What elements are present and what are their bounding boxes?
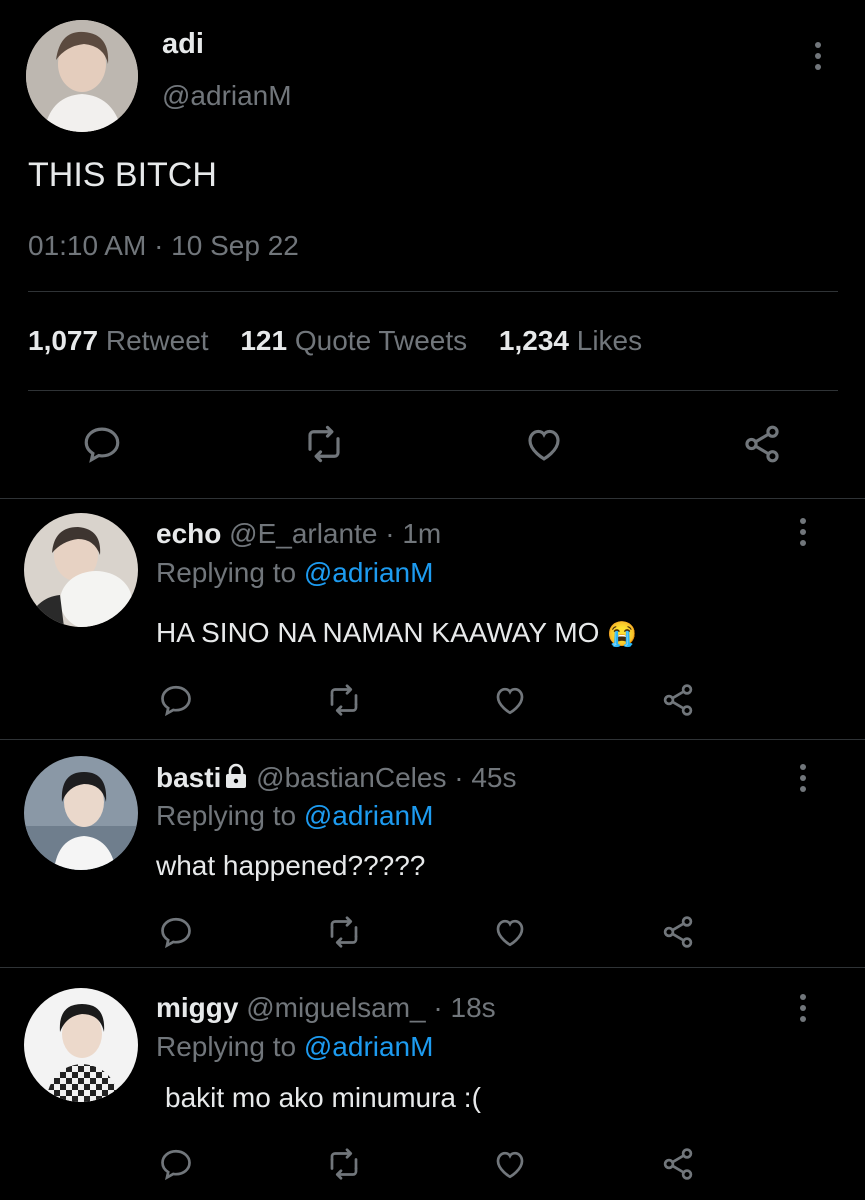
main-tweet-avatar[interactable]: [26, 20, 138, 132]
reply-header: echo @E_arlante · 1m: [156, 518, 441, 550]
replying-to: Replying to @adrianM: [156, 557, 433, 589]
reply-text: HA SINO NA NAMAN KAAWAY MO 😭: [156, 617, 637, 649]
replying-to-handle[interactable]: @adrianM: [304, 1031, 434, 1062]
replying-to: Replying to @adrianM: [156, 1031, 433, 1063]
divider: [0, 967, 865, 968]
main-tweet-display-name[interactable]: adi: [162, 28, 204, 61]
divider: [28, 291, 838, 292]
more-vertical-icon[interactable]: [813, 42, 823, 70]
heart-icon[interactable]: [522, 422, 566, 466]
lock-icon: [224, 763, 248, 796]
more-vertical-icon[interactable]: [798, 994, 808, 1022]
retweet-icon[interactable]: [322, 910, 366, 954]
quote-label: Quote Tweets: [294, 325, 468, 356]
likes-stat[interactable]: 1,234 Likes: [499, 325, 642, 356]
likes-label: Likes: [576, 325, 643, 356]
divider: [28, 390, 838, 391]
retweet-label: Retweet: [105, 325, 209, 356]
reply-handle[interactable]: @miguelsam_: [246, 992, 425, 1023]
main-tweet-stats: 1,077 Retweet 121 Quote Tweets 1,234 Lik…: [28, 325, 642, 357]
reply-icon[interactable]: [154, 910, 198, 954]
share-icon[interactable]: [740, 422, 784, 466]
reply-icon[interactable]: [154, 678, 198, 722]
reply-icon[interactable]: [80, 422, 124, 466]
replying-to-prefix: Replying to: [156, 800, 297, 831]
reply-time: 45s: [471, 762, 517, 793]
crying-emoji: 😭: [607, 621, 638, 648]
reply-display-name[interactable]: basti: [156, 762, 221, 793]
retweet-stat[interactable]: 1,077 Retweet: [28, 325, 209, 356]
reply-text: what happened?????: [156, 850, 426, 881]
retweet-count: 1,077: [28, 325, 99, 356]
replying-to-handle[interactable]: @adrianM: [304, 800, 434, 831]
reply-handle[interactable]: @E_arlante: [229, 518, 377, 549]
retweet-icon[interactable]: [302, 422, 346, 466]
reply-display-name[interactable]: echo: [156, 518, 221, 549]
reply-icon[interactable]: [154, 1142, 198, 1186]
reply-display-name[interactable]: miggy: [156, 992, 238, 1023]
replying-to-prefix: Replying to: [156, 557, 297, 588]
reply-handle[interactable]: @bastianCeles: [256, 762, 446, 793]
main-tweet-timestamp: 01:10 AM · 10 Sep 22: [28, 230, 299, 261]
replying-to-prefix: Replying to: [156, 1031, 297, 1062]
main-tweet-handle[interactable]: @adrianM: [162, 80, 292, 112]
reply-header: basti @bastianCeles · 45s: [156, 762, 517, 796]
divider: [0, 739, 865, 740]
reply-time: 18s: [450, 992, 496, 1023]
heart-icon[interactable]: [488, 910, 532, 954]
reply-avatar[interactable]: [24, 756, 138, 870]
reply-avatar[interactable]: [24, 513, 138, 627]
retweet-icon[interactable]: [322, 678, 366, 722]
reply-avatar[interactable]: [24, 988, 138, 1102]
more-vertical-icon[interactable]: [798, 764, 808, 792]
heart-icon[interactable]: [488, 1142, 532, 1186]
reply-header: miggy @miguelsam_ · 18s: [156, 992, 496, 1024]
more-vertical-icon[interactable]: [798, 518, 808, 546]
quote-count: 121: [240, 325, 288, 356]
quote-stat[interactable]: 121 Quote Tweets: [240, 325, 467, 356]
divider: [0, 498, 865, 499]
main-tweet-text: THIS BITCH: [28, 156, 217, 194]
share-icon[interactable]: [656, 678, 700, 722]
replying-to: Replying to @adrianM: [156, 800, 433, 832]
reply-text: bakit mo ako minumura :(: [165, 1082, 481, 1113]
likes-count: 1,234: [498, 325, 569, 356]
heart-icon[interactable]: [488, 678, 532, 722]
separator: ·: [454, 762, 464, 793]
reply-time: 1m: [402, 518, 442, 549]
share-icon[interactable]: [656, 1142, 700, 1186]
separator: ·: [433, 992, 443, 1023]
reply-text-content: HA SINO NA NAMAN KAAWAY MO: [156, 617, 600, 648]
retweet-icon[interactable]: [322, 1142, 366, 1186]
replying-to-handle[interactable]: @adrianM: [304, 557, 434, 588]
separator: ·: [385, 518, 395, 549]
share-icon[interactable]: [656, 910, 700, 954]
